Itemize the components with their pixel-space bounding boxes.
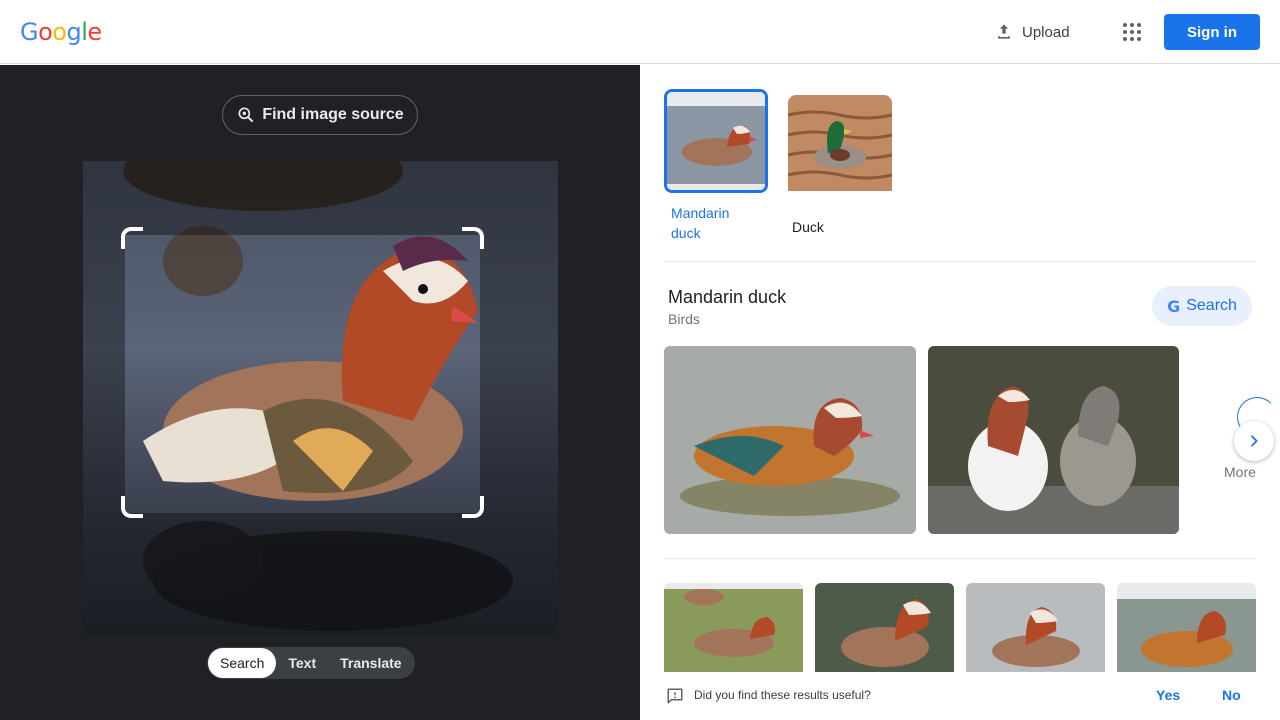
divider <box>664 558 1256 559</box>
tab-translate[interactable]: Translate <box>328 648 413 678</box>
google-g-icon: G <box>1167 296 1181 316</box>
chip-duck[interactable]: Duck <box>788 95 892 237</box>
feedback-no-button[interactable]: No <box>1222 687 1241 703</box>
more-button[interactable] <box>1234 421 1274 461</box>
logo-letter: e <box>87 18 102 46</box>
tab-text[interactable]: Text <box>276 648 328 678</box>
tab-search[interactable]: Search <box>208 648 277 678</box>
results-panel: Mandarin duck Duck Mandarin duck Birds G… <box>640 65 1280 720</box>
visual-match[interactable] <box>815 583 954 679</box>
feedback-question: Did you find these results useful? <box>694 688 871 702</box>
header: Google Upload Sign in <box>0 0 1280 64</box>
upload-button[interactable]: Upload <box>984 14 1080 50</box>
more-label: More <box>1224 464 1256 480</box>
chip-label: Duck <box>792 219 824 235</box>
upload-icon <box>998 24 1010 39</box>
crop-handle-top-right[interactable] <box>462 227 484 249</box>
logo-letter: g <box>66 18 82 46</box>
chip-thumbnail <box>788 95 892 199</box>
apps-grid-icon[interactable] <box>1114 14 1150 50</box>
chip-thumbnail <box>664 89 768 193</box>
entity-image[interactable] <box>928 346 1179 534</box>
logo-letter: G <box>20 18 39 46</box>
feedback-icon <box>667 688 683 704</box>
lens-search-icon <box>238 107 254 123</box>
crop-handle-bottom-left[interactable] <box>121 496 143 518</box>
visual-match[interactable] <box>966 583 1105 679</box>
visual-match[interactable] <box>664 583 803 679</box>
chip-label: Mandarin duck <box>671 205 730 241</box>
google-logo[interactable]: Google <box>20 18 102 46</box>
logo-letter: o <box>38 18 53 46</box>
feedback-bar: Did you find these results useful? Yes N… <box>640 672 1280 720</box>
crop-handle-top-left[interactable] <box>121 227 143 249</box>
find-image-source-button[interactable]: Find image source <box>222 95 418 135</box>
divider <box>664 261 1256 262</box>
image-panel: Find image source Search Text Translate <box>0 65 640 720</box>
find-image-source-label: Find image source <box>262 106 404 123</box>
entity-image[interactable] <box>664 346 916 534</box>
upload-label: Upload <box>1022 23 1070 41</box>
visual-match[interactable] <box>1117 583 1256 679</box>
crop-selection[interactable] <box>121 227 484 518</box>
mode-tabs: Search Text Translate <box>207 647 415 679</box>
chip-mandarin-duck[interactable]: Mandarin duck <box>664 89 768 243</box>
entity-title: Mandarin duck <box>668 287 787 307</box>
crop-handle-bottom-right[interactable] <box>462 496 484 518</box>
chevron-right-icon <box>1251 435 1258 447</box>
sign-in-button[interactable]: Sign in <box>1164 14 1260 50</box>
google-search-button[interactable]: G Search <box>1152 286 1252 326</box>
feedback-yes-button[interactable]: Yes <box>1156 687 1180 703</box>
google-search-label: Search <box>1186 297 1237 314</box>
entity-subtitle: Birds <box>668 311 700 327</box>
logo-letter: o <box>52 18 67 46</box>
